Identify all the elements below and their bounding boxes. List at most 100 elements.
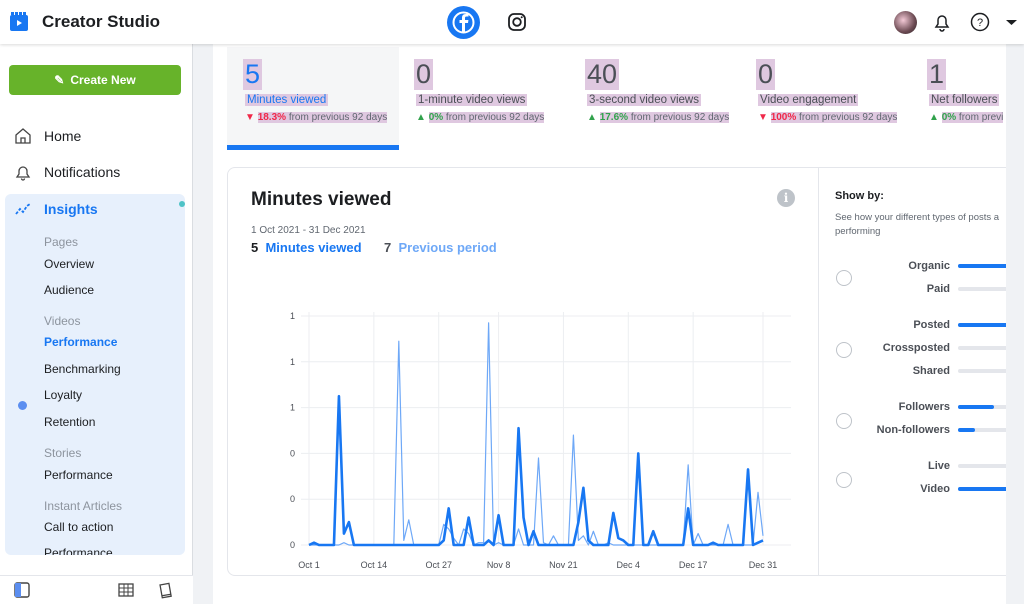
metric-change: ▼ 100% from previous 92 days: [758, 112, 898, 123]
metric-value: 5: [243, 59, 263, 90]
show-by-bar: [958, 464, 1011, 468]
show-by-label: Non-followers: [876, 424, 950, 436]
arrow-up-icon: ▲: [416, 112, 426, 123]
x-tick-label: Dec 4: [617, 560, 641, 570]
facebook-icon[interactable]: [447, 6, 480, 39]
show-by-row: Followers: [848, 401, 1011, 413]
create-new-button[interactable]: ✎ Create New: [9, 65, 181, 95]
show-by-label: Live: [927, 460, 950, 472]
show-by-bar-fill: [958, 428, 976, 432]
creator-studio-logo: [10, 12, 28, 31]
sidebar-footer: [0, 575, 193, 604]
show-by-title: Show by:: [835, 190, 884, 202]
show-by-label: Video: [920, 483, 950, 495]
show-by-label: Followers: [898, 401, 950, 413]
show-by-bar-fill: [958, 487, 1011, 491]
metric-label: Net followers: [929, 94, 1000, 106]
show-by-label: Shared: [912, 365, 950, 377]
metric-value: 1: [927, 59, 947, 90]
metric-change: ▲ 0% from previ: [929, 112, 1004, 123]
sidebar-item-video-performance[interactable]: Performance: [44, 335, 117, 349]
show-by-bar: [958, 287, 1011, 291]
metric-change: ▼ 18.3% from previous 92 days: [245, 112, 388, 123]
show-by-label: Crossposted: [882, 342, 950, 354]
insights-icon: [15, 203, 31, 215]
avatar[interactable]: [894, 11, 917, 34]
metric-value: 40: [585, 59, 620, 90]
show-by-label: Paid: [926, 283, 950, 295]
metric-tab[interactable]: 0 1-minute video views ▲ 0% from previou…: [398, 47, 570, 150]
sidebar-item-home[interactable]: Home: [14, 127, 81, 145]
book-icon[interactable]: [157, 581, 175, 599]
show-by-row: Video: [848, 483, 1011, 495]
metric-change: ▲ 0% from previous 92 days: [416, 112, 545, 123]
x-tick-label: Oct 1: [298, 560, 320, 570]
y-tick-label: 0: [290, 494, 295, 504]
show-by-bar: [958, 323, 1011, 327]
show-by-row: Posted: [848, 319, 1011, 331]
metric-tab[interactable]: 5 Minutes viewed ▼ 18.3% from previous 9…: [227, 47, 399, 150]
metric-tab[interactable]: 40 3-second video views ▲ 17.6% from pre…: [569, 47, 741, 150]
y-tick-label: 1: [290, 311, 295, 321]
sidebar-item-audience[interactable]: Audience: [44, 283, 94, 297]
x-tick-label: Oct 14: [361, 560, 388, 570]
y-tick-label: 0: [290, 540, 295, 550]
scroll-gutter: [1006, 44, 1024, 604]
x-tick-label: Oct 27: [425, 560, 452, 570]
status-dot: [18, 401, 27, 410]
bell-icon: [15, 166, 31, 181]
sidebar-item-stories-performance[interactable]: Performance: [44, 468, 113, 482]
y-tick-label: 1: [290, 357, 295, 367]
sidebar-item-loyalty[interactable]: Loyalty: [44, 388, 82, 402]
show-by-bar: [958, 346, 1011, 350]
group-videos: Videos: [44, 314, 81, 328]
metric-value: 0: [414, 59, 434, 90]
show-by-bar: [958, 264, 1011, 268]
edit-icon: ✎: [54, 73, 65, 87]
arrow-down-icon: ▼: [245, 112, 255, 123]
sidebar-item-retention[interactable]: Retention: [44, 415, 95, 429]
show-by-label: Posted: [913, 319, 950, 331]
show-by-bar-fill: [958, 323, 1011, 327]
help-icon[interactable]: ?: [969, 11, 991, 33]
group-stories: Stories: [44, 446, 82, 460]
metric-label: Minutes viewed: [245, 94, 329, 106]
chart-card: Minutes viewed i 1 Oct 2021 - 31 Dec 202…: [227, 167, 1024, 576]
series-line-previous: [309, 322, 764, 546]
metric-label: Video engagement: [758, 94, 859, 106]
y-tick-label: 0: [290, 448, 295, 458]
table-icon[interactable]: [117, 581, 135, 599]
show-by-row: Non-followers: [848, 424, 1011, 436]
show-by-label: Organic: [908, 260, 950, 272]
metric-value: 0: [756, 59, 776, 90]
sidebar-item-call-to-action[interactable]: Call to action: [44, 520, 113, 534]
show-by-row: Crossposted: [848, 342, 1011, 354]
line-chart: 0 0 0 1 1 1 Oct 1 Oct 14 Oct 27 Nov 8 Nov 21 Dec 4 D…: [290, 311, 791, 570]
metric-change: ▲ 17.6% from previous 92 days: [587, 112, 730, 123]
show-by-bar: [958, 369, 1011, 373]
divider: [818, 168, 819, 575]
show-by-description: See how your different types of posts a …: [835, 212, 1000, 237]
sidebar-item-insights[interactable]: Insights: [14, 200, 98, 218]
main-content: 5 Minutes viewed ▼ 18.3% from previous 9…: [213, 44, 1024, 604]
panel-toggle-icon[interactable]: [13, 581, 31, 599]
sidebar-item-articles-performance[interactable]: Performance: [44, 546, 113, 555]
svg-text:?: ?: [977, 17, 983, 29]
show-by-bar-fill: [958, 264, 1011, 268]
sidebar-item-overview[interactable]: Overview: [44, 257, 94, 271]
instagram-icon[interactable]: [507, 12, 527, 32]
group-pages: Pages: [44, 235, 79, 249]
x-tick-label: Nov 8: [487, 560, 511, 570]
x-tick-label: Dec 17: [679, 560, 708, 570]
dropdown-caret-icon[interactable]: [1001, 11, 1023, 33]
arrow-down-icon: ▼: [758, 112, 768, 123]
show-by-bar: [958, 405, 1011, 409]
show-by-row: Paid: [848, 283, 1011, 295]
arrow-up-icon: ▲: [929, 112, 939, 123]
sidebar-item-benchmarking[interactable]: Benchmarking: [44, 362, 121, 376]
bell-icon[interactable]: [931, 11, 953, 33]
metric-tab[interactable]: 0 Video engagement ▼ 100% from previous …: [740, 47, 912, 150]
y-tick-label: 1: [290, 403, 295, 413]
show-by-bar: [958, 428, 1011, 432]
sidebar-item-notifications[interactable]: Notifications: [14, 163, 120, 181]
